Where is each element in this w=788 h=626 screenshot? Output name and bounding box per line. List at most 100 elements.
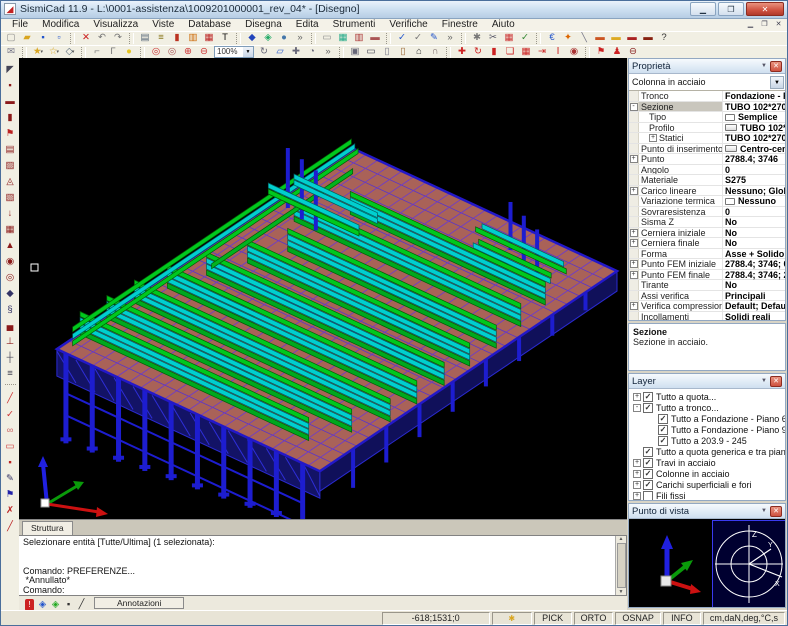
tools-icon[interactable]: ✂ (485, 32, 501, 45)
redo-icon[interactable]: ↷ (110, 32, 126, 45)
ucs-icon[interactable]: ◇▾ (62, 46, 78, 59)
menu-edita[interactable]: Edita (289, 19, 326, 30)
property-value[interactable]: S275 (723, 175, 785, 185)
property-value[interactable]: Nessuno; Globale (723, 186, 785, 196)
layer-item[interactable]: -✓Tutto a tronco... (629, 402, 785, 413)
overflow-1-icon[interactable]: » (292, 32, 308, 45)
pin-icon[interactable]: ▼ (758, 376, 770, 387)
property-value[interactable]: Principali (723, 291, 785, 301)
expand-icon[interactable]: + (630, 239, 638, 247)
save-all-icon[interactable]: ▫ (51, 32, 67, 45)
property-value[interactable]: Semplice (723, 112, 785, 122)
property-value[interactable]: TUBO 102*270*3 (723, 133, 785, 143)
wall-1-icon[interactable]: ▬ (624, 32, 640, 45)
wall-icon[interactable]: ▤ (2, 142, 18, 158)
close-icon[interactable]: ✕ (746, 2, 784, 16)
chart-icon[interactable]: ▥ (185, 32, 201, 45)
column-tool-icon[interactable]: ▯ (379, 46, 395, 59)
chevron-down-icon[interactable]: ▼ (770, 76, 784, 89)
mdi-close-icon[interactable]: ✕ (772, 19, 785, 30)
help-select-icon[interactable]: ? (656, 32, 672, 45)
expand-icon[interactable]: + (630, 271, 638, 279)
collapse-icon[interactable]: - (633, 404, 641, 412)
property-row[interactable]: -SezioneTUBO 102*270*3 (629, 102, 785, 113)
mdi-restore-icon[interactable]: ❐ (758, 19, 771, 30)
property-row[interactable]: +Punto2788.4; 3746 (629, 154, 785, 165)
overflow-3-icon[interactable]: » (320, 46, 336, 59)
slab-icon[interactable]: ▨ (2, 158, 18, 174)
rect-icon[interactable]: ▭ (2, 439, 18, 455)
property-value[interactable]: 0 (723, 165, 785, 175)
expand-icon[interactable]: + (649, 134, 657, 142)
expand-icon[interactable]: + (630, 155, 638, 163)
tab-struttura[interactable]: Struttura (22, 521, 73, 535)
pointer-icon[interactable]: ◤ (2, 62, 18, 78)
expand-icon[interactable]: + (633, 470, 641, 478)
import-icon[interactable]: ▤ (137, 32, 153, 45)
property-row[interactable]: Punto di inserimentoCentro-centro (629, 144, 785, 155)
annotate-icon[interactable]: ✎ (426, 32, 442, 45)
property-value[interactable]: Solidi reali (723, 312, 785, 321)
orbit-icon[interactable]: ↻ (256, 46, 272, 59)
check-entity-icon[interactable]: ✓ (394, 32, 410, 45)
property-value[interactable]: TUBO 102*270*3 (723, 102, 785, 112)
mdi-minimize-icon[interactable]: ▁ (744, 19, 757, 30)
zoom-previous-icon[interactable]: ◎ (164, 46, 180, 59)
property-value[interactable]: 0 (723, 207, 785, 217)
layer-checkbox[interactable]: ✓ (643, 458, 653, 468)
expand-icon[interactable]: + (630, 260, 638, 268)
close-icon[interactable]: ✕ (770, 61, 782, 72)
layer-item[interactable]: +✓Tutto a quota... (629, 391, 785, 402)
property-row[interactable]: Sisma ZNo (629, 217, 785, 228)
hinge-icon[interactable]: ◉ (2, 254, 18, 270)
offset-icon[interactable]: ⇥ (534, 46, 550, 59)
property-value[interactable]: No (723, 217, 785, 227)
layer-checkbox[interactable]: ✓ (643, 447, 653, 457)
tab-annotazioni[interactable]: Annotazioni (94, 597, 184, 609)
level-icon[interactable]: ≡ (2, 366, 18, 382)
scroll-down-icon[interactable]: ▼ (619, 589, 624, 595)
zoom-out-icon[interactable]: ⊖ (196, 46, 212, 59)
property-row[interactable]: TroncoFondazione - Piano 6 (629, 91, 785, 102)
ruler-2-icon[interactable]: ▬ (608, 32, 624, 45)
toggle-orto[interactable]: ORTO (574, 612, 614, 625)
snapshot-icon[interactable]: ▣ (347, 46, 363, 59)
scroll-up-icon[interactable]: ▲ (619, 536, 624, 542)
layer-item[interactable]: ✓Tutto a quota generica e tra piani (629, 446, 785, 457)
menu-strumenti[interactable]: Strumenti (326, 19, 383, 30)
stretch-icon[interactable]: Ⅰ (550, 46, 566, 59)
layer-item[interactable]: +✓Travi in acciaio (629, 457, 785, 468)
view-section-icon[interactable]: ▥ (351, 32, 367, 45)
mirror-icon[interactable]: ▮ (486, 46, 502, 59)
save-view-icon[interactable]: ▪ (2, 455, 18, 471)
command-scrollbar[interactable]: ▲ ▼ (615, 536, 626, 595)
chevron-down-icon[interactable]: ▼ (243, 47, 253, 57)
close-icon[interactable]: ✕ (770, 376, 782, 387)
expand-icon[interactable]: + (630, 229, 638, 237)
database-icon[interactable]: ▦ (201, 32, 217, 45)
mail-icon[interactable]: ✉ (3, 46, 19, 59)
plate-icon[interactable]: ▧ (2, 190, 18, 206)
layer-item[interactable]: +Fili fissi (629, 490, 785, 501)
menu-modifica[interactable]: Modifica (35, 19, 86, 30)
property-value[interactable]: No (723, 280, 785, 290)
zoom-window-icon[interactable]: ◎ (148, 46, 164, 59)
menu-finestre[interactable]: Finestre (435, 19, 485, 30)
text-style-icon[interactable]: T (217, 32, 233, 45)
bench-icon[interactable]: ▦ (501, 32, 517, 45)
property-row[interactable]: ProfiloTUBO 102*270*3 (629, 123, 785, 134)
beam-icon[interactable]: ▬ (2, 94, 18, 110)
layer-checkbox[interactable]: ✓ (643, 392, 653, 402)
move-icon[interactable]: ✚ (454, 46, 470, 59)
copy-icon[interactable]: ❏ (502, 46, 518, 59)
section-cut-icon[interactable]: ⊖ (625, 46, 641, 59)
property-value[interactable]: Centro-centro (723, 144, 785, 154)
menu-visualizza[interactable]: Visualizza (86, 19, 145, 30)
layer-checkbox[interactable] (643, 491, 653, 501)
flag-icon[interactable]: ⚑ (2, 126, 18, 142)
layer-item[interactable]: ✓Tutto a Fondazione - Piano 9 (629, 424, 785, 435)
property-value[interactable]: No (723, 228, 785, 238)
property-value[interactable]: TUBO 102*270*3 (723, 123, 785, 133)
entity-type-dropdown[interactable]: Colonna in acciaio ▼ (629, 74, 785, 91)
node-icon[interactable]: ▪ (2, 78, 18, 94)
